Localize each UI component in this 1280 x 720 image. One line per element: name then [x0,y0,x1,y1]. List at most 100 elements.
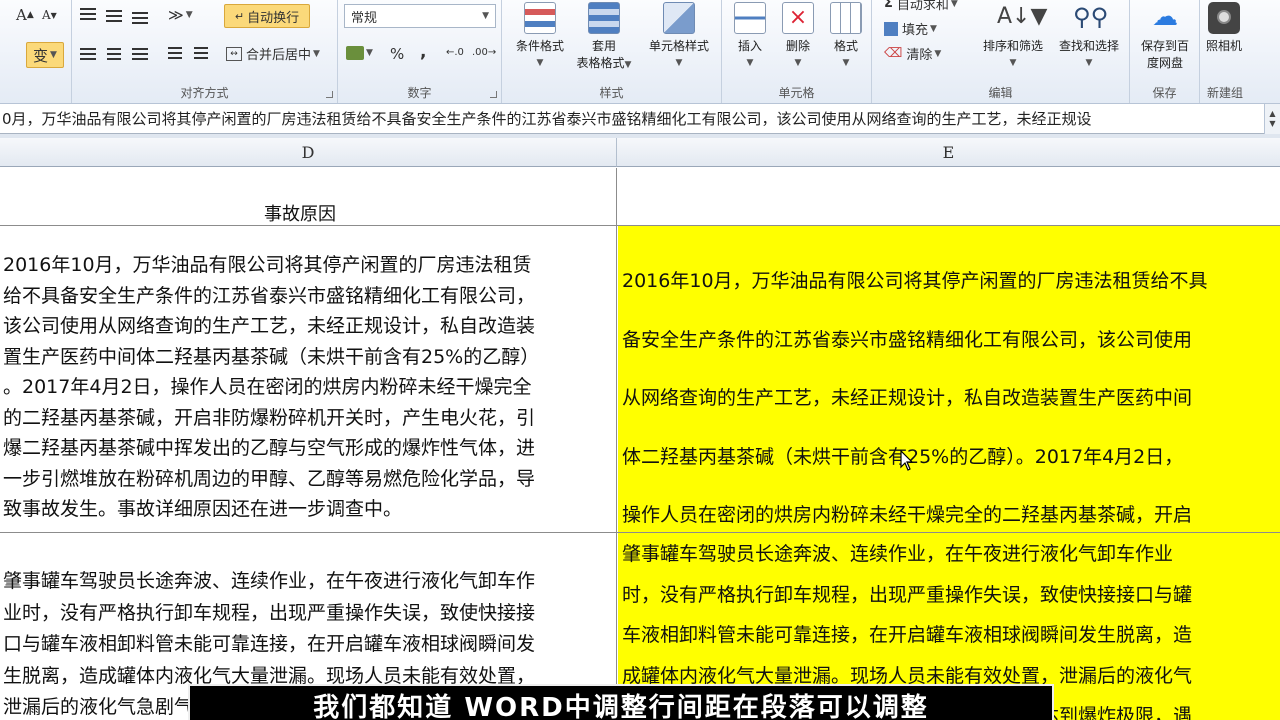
save-baidu-label-2: 度网盘 [1146,56,1183,70]
new-group: 照相机 新建组 [1200,0,1280,103]
number-format-select[interactable]: 常规 ▼ [344,4,496,28]
shrink-font-label: A [42,8,51,22]
find-select-label: 查找和选择 [1058,39,1119,53]
camera-button[interactable]: 照相机 [1202,2,1246,55]
video-subtitle: 我们都知道 WORD中调整行间距在段落可以调整 [188,684,1054,720]
align-left-button[interactable] [80,48,96,60]
align-center-button[interactable] [106,48,122,60]
cell-d-header[interactable]: 事故原因 [0,168,616,225]
mouse-cursor-icon [900,450,914,471]
number-launcher-icon[interactable] [490,91,497,98]
camera-label: 照相机 [1205,39,1242,53]
autosum-label: 自动求和 [896,0,949,13]
format-label: 格式 [833,39,858,53]
conditional-format-icon [524,2,556,34]
find-select-button[interactable]: ⚲⚲ 查找和选择 ▼ [1052,2,1126,72]
align-right-icon [132,48,148,60]
wrap-text-label: 自动换行 [247,10,300,26]
merge-center-label: 合并后居中 [246,48,312,63]
increase-indent-icon [194,47,208,59]
align-bottom-button[interactable] [132,12,148,24]
phonetic-icon: 变 [33,46,49,65]
autosum-button[interactable]: Σ 自动求和 ▼ [884,0,958,13]
cell-text-line: 时，没有严格执行卸车规程，出现严重操作失误，致使快接接口与罐 [622,583,1193,606]
delete-icon: × [782,2,814,34]
new-group-label: 新建组 [1206,86,1243,100]
shrink-font-button[interactable]: A ▼ [42,8,57,22]
formula-bar-content: 0月，万华油品有限公司将其停产闲置的厂房违法租赁给不具备安全生产条件的江苏省泰兴… [2,110,1092,128]
cell-text-line: 口与罐车液相卸料管未能可靠连接，在开启罐车液相球阀瞬间发 [3,633,536,655]
increase-decimal-button[interactable]: ←.0 [446,47,464,58]
decrease-decimal-button[interactable]: .00→ [472,47,496,58]
baidu-cloud-icon: ☁ [1152,2,1178,32]
conditional-format-label: 条件格式 [515,39,564,53]
currency-button[interactable]: ▼ [346,46,373,60]
cell-d-row1[interactable]: 2016年10月，万华油品有限公司将其停产闲置的厂房违法租赁 给不具备安全生产条件… [0,226,616,532]
formula-bar-expand-button[interactable]: ▲ ▼ [1264,104,1280,134]
wrap-text-icon: ↵ [234,9,245,23]
cell-text-line: 操作人员在密闭的烘房内粉碎未经干燥完全的二羟基丙基茶碱，开启 [622,504,1193,526]
orientation-icon: ≫ [168,6,184,24]
formula-bar[interactable]: 0月，万华油品有限公司将其停产闲置的厂房违法租赁给不具备安全生产条件的江苏省泰兴… [0,104,1280,134]
fill-icon [884,21,898,36]
orientation-button[interactable]: ≫ ▼ [168,6,193,24]
merge-center-button[interactable]: ↔ 合并后居中 ▼ [226,44,320,63]
align-left-icon [80,48,96,60]
cell-e-row1[interactable]: 2016年10月，万华油品有限公司将其停产闲置的厂房违法租赁给不具 备安全生产条件… [618,226,1280,532]
cell-text-line: 。2017年4月2日，操作人员在密闭的烘房内粉碎未经干燥完全 [3,376,532,398]
delete-button[interactable]: × 删除 ▼ [776,2,820,72]
cell-text-line: 肇事罐车驾驶员长途奔波、连续作业，在午夜进行液化气卸车作 [3,570,536,592]
number-format-value: 常规 [351,10,378,26]
percent-button[interactable]: % [390,45,404,63]
styles-group-label: 样式 [599,86,624,100]
insert-button[interactable]: 插入 ▼ [728,2,772,72]
cell-styles-label: 单元格样式 [648,39,709,53]
format-icon [830,2,862,34]
grow-font-button[interactable]: A ▲ [16,6,34,24]
align-top-button[interactable] [80,8,96,20]
align-center-icon [107,48,121,60]
percent-icon: % [390,45,405,63]
decrease-indent-button[interactable] [168,47,182,59]
styles-group: 条件格式 ▼ 套用 表格格式▼ 单元格样式 ▼ 样式 [502,0,722,103]
align-middle-button[interactable] [106,10,122,22]
align-right-button[interactable] [132,48,148,60]
cell-text-line: 2016年10月，万华油品有限公司将其停产闲置的厂房违法租赁 [3,254,532,276]
sort-filter-button[interactable]: A↓▼ 排序和筛选 ▼ [976,2,1050,72]
cell-text-line: 的二羟基丙基茶碱，开启非防爆粉碎机开关时，产生电火花，引 [3,406,536,429]
cells-group: 插入 ▼ × 删除 ▼ 格式 ▼ 单元格 [722,0,872,103]
wrap-text-button[interactable]: ↵ 自动换行 [224,4,310,28]
fill-button[interactable]: 填充 ▼ [884,19,937,38]
comma-button[interactable]: , [420,42,426,62]
clear-label: 清除 [906,48,933,63]
column-header-d[interactable]: D [0,138,617,167]
decrease-indent-icon [168,47,182,59]
cell-styles-button[interactable]: 单元格样式 ▼ [640,2,718,72]
format-as-table-label-1: 套用 [591,39,616,53]
clear-button[interactable]: ⌫ 清除 ▼ [884,44,941,63]
increase-indent-button[interactable] [194,47,208,59]
column-header-e[interactable]: E [617,138,1280,167]
cell-text-line: 爆二羟基丙基茶碱中挥发出的乙醇与空气形成的爆炸性气体，进 [3,437,536,459]
format-as-table-icon [588,2,620,34]
cell-e-row1-text: 2016年10月，万华油品有限公司将其停产闲置的厂房违法租赁给不具 备安全生产条件… [622,252,1208,532]
cell-text-line: 从网络查询的生产工艺，未经正规设计，私自改造装置生产医药中间 [622,387,1193,409]
insert-icon [734,2,766,34]
format-as-table-button[interactable]: 套用 表格格式▼ [572,2,636,74]
decrease-decimal-icon: .00→ [472,47,497,58]
cell-text-line: 备安全生产条件的江苏省泰兴市盛铭精细化工有限公司，该公司使用 [622,328,1193,351]
save-baidu-button[interactable]: ☁ 保存到百 度网盘 [1132,2,1198,72]
increase-decimal-icon: ←.0 [446,47,464,58]
conditional-format-button[interactable]: 条件格式 ▼ [510,2,570,72]
cell-e-header[interactable] [618,168,1280,225]
font-group: A ▲ A ▼ 变 ▼ [0,0,72,103]
merge-icon: ↔ [226,46,242,61]
sort-filter-label: 排序和筛选 [982,39,1043,53]
cell-text-line: 肇事罐车驾驶员长途奔波、连续作业，在午夜进行液化气卸车作业 [622,543,1174,565]
align-bottom-icon [132,12,148,24]
phonetic-guide-button[interactable]: 变 ▼ [26,42,64,68]
editing-group-label: 编辑 [988,86,1013,100]
alignment-launcher-icon[interactable] [326,91,333,98]
format-button[interactable]: 格式 ▼ [824,2,868,72]
save-group: ☁ 保存到百 度网盘 保存 [1130,0,1200,103]
